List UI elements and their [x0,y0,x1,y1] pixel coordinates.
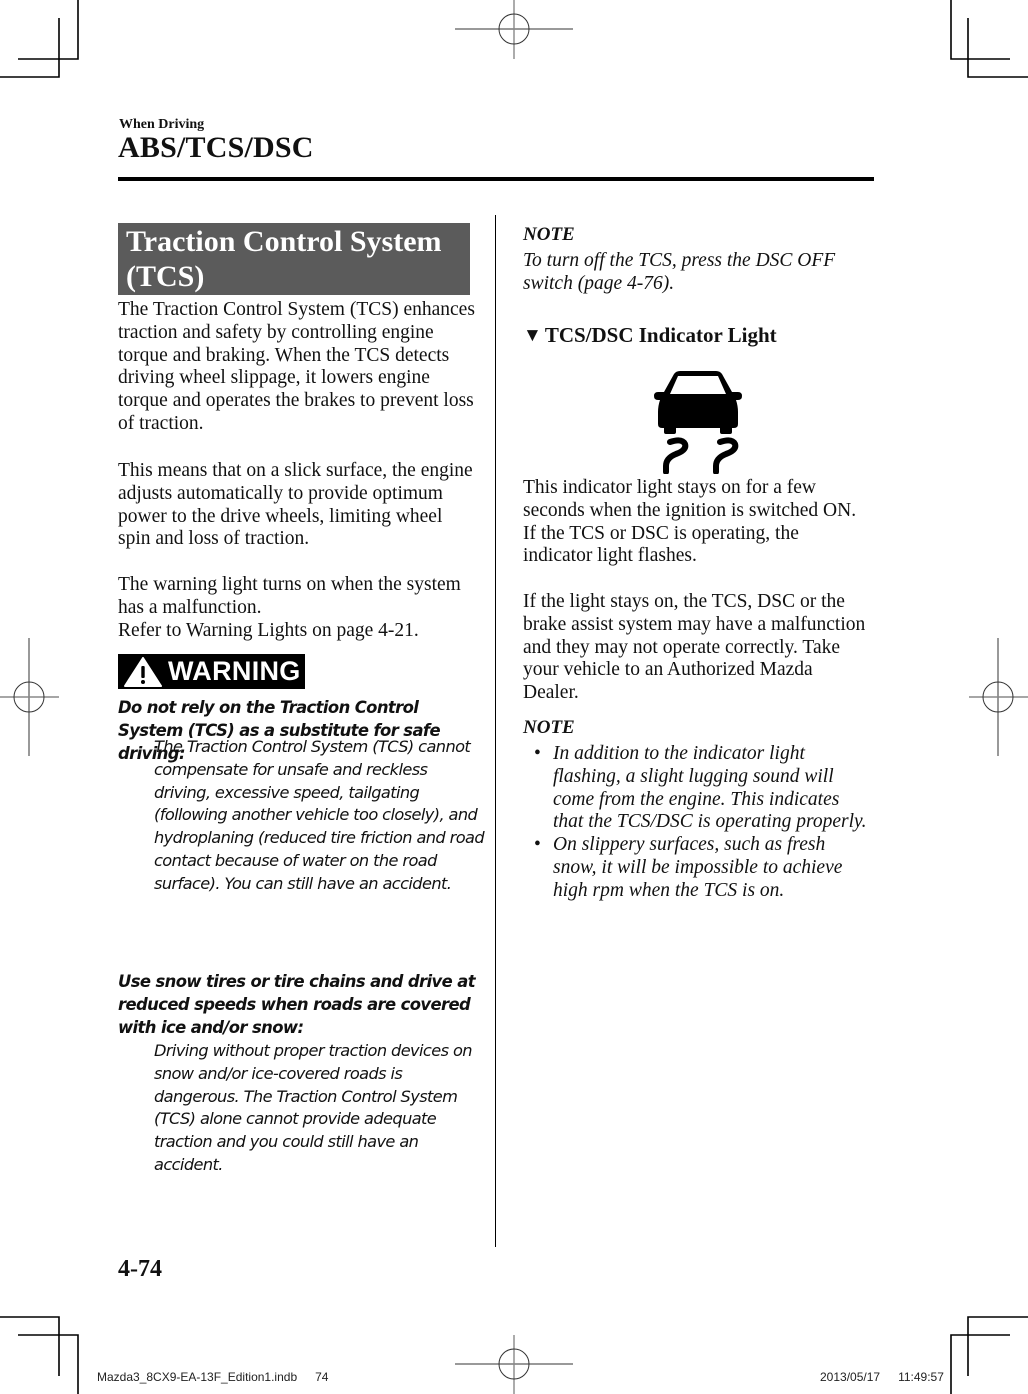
note-list-item: • On slippery surfaces, such as fresh sn… [523,834,873,902]
subsection-heading: ▼ TCS/DSC Indicator Light [523,323,777,348]
note-item-text: In addition to the indicator light flash… [553,743,867,833]
note-list-item: • In addition to the indicator light fla… [523,743,873,834]
slug-page: 74 [315,1370,329,1384]
triangle-down-icon: ▼ [523,324,542,346]
registration-mark-top [455,0,573,59]
malfunction-paragraph: If the light stays on, the TCS, DSC or t… [523,591,866,704]
bullet-icon: • [534,743,541,764]
page-title: ABS/TCS/DSC [118,131,314,164]
warning-triangle-icon [124,656,162,687]
crop-mark-top-left-inner [0,18,60,78]
note-text: To turn off the TCS, press the DSC OFF s… [523,250,836,294]
warning-label: WARNING [168,656,301,686]
warning-heading: Use snow tires or tire chains and drive … [118,972,476,1037]
crop-mark-top-right-outer [950,0,1010,60]
crop-mark-bottom-left-outer [0,1316,60,1376]
column-divider [495,215,496,1247]
subsection-title: TCS/DSC Indicator Light [544,323,777,347]
slick-surface-paragraph: This means that on a slick surface, the … [118,460,473,550]
registration-mark-right [969,638,1028,756]
section-title-banner: Traction Control System (TCS) [118,223,470,295]
indicator-description-paragraph: This indicator light stays on for a few … [523,477,857,567]
crop-mark-top-left-outer [18,0,79,60]
crop-mark-top-right-inner [967,18,1028,78]
note-label: NOTE [523,224,575,245]
note-item-text: On slippery surfaces, such as fresh snow… [553,834,843,901]
note-label: NOTE [523,717,575,738]
slug-filename: Mazda3_8CX9-EA-13F_Edition1.indb [97,1370,298,1384]
tcs-dsc-indicator-icon [654,371,742,474]
crop-mark-bottom-left-inner [18,1334,79,1394]
warning-badge: WARNING [118,654,305,689]
registration-mark-left [0,638,59,756]
slug-time: 11:49:57 [898,1370,944,1384]
slug-timestamp: 2013/05/17 11:49:57 [820,1370,944,1384]
crop-mark-bottom-right-outer [967,1316,1028,1376]
slug-date: 2013/05/17 [820,1370,881,1384]
note-list: • In addition to the indicator light fla… [523,743,873,903]
warning-body: The Traction Control System (TCS) cannot… [154,737,485,893]
bullet-icon: • [534,834,541,856]
registration-mark-bottom [455,1335,573,1394]
crop-mark-bottom-right-inner [950,1334,1010,1394]
warning-body: Driving without proper traction devices … [154,1041,473,1174]
warning-light-paragraph: The warning light turns on when the syst… [118,574,461,641]
page-number: 4-74 [118,1256,162,1282]
intro-paragraph: The Traction Control System (TCS) enhanc… [118,299,475,434]
header-rule [118,177,874,181]
slug-file-info: Mazda3_8CX9-EA-13F_Edition1.indb 74 [97,1370,328,1384]
